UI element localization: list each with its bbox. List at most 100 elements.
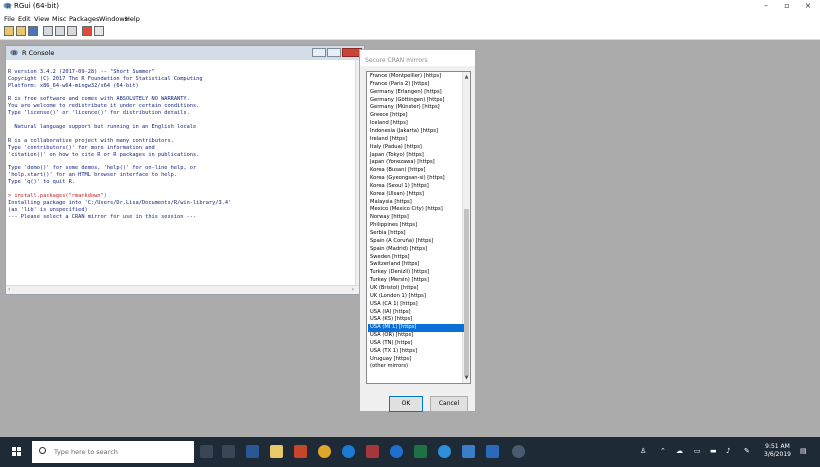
tray-chevron-icon[interactable]: ⌃: [660, 447, 666, 455]
mirror-item[interactable]: Iceland [https]: [368, 120, 464, 127]
mirror-item[interactable]: Indonesia (Jakarta) [https]: [368, 128, 464, 135]
mirror-item[interactable]: Spain (A Coruña) [https]: [368, 238, 464, 245]
load-workspace-icon[interactable]: [16, 26, 26, 36]
pen-icon[interactable]: ✎: [744, 447, 750, 455]
mirror-item[interactable]: Italy (Padua) [https]: [368, 144, 464, 151]
mirror-item[interactable]: Mexico (Mexico City) [https]: [368, 206, 464, 213]
scroll-up-icon[interactable]: ▲: [463, 74, 470, 80]
ok-button[interactable]: OK: [389, 396, 423, 412]
task-view-icon[interactable]: [222, 445, 235, 458]
mirror-item[interactable]: Turkey (Mersin) [https]: [368, 277, 464, 284]
powerpoint-icon[interactable]: [294, 445, 307, 458]
console-output[interactable]: R version 3.4.2 (2017-09-28) -- "Short S…: [8, 62, 353, 284]
copy-icon[interactable]: [43, 26, 53, 36]
word-icon[interactable]: [246, 445, 259, 458]
stop-icon[interactable]: [82, 26, 92, 36]
mirror-item[interactable]: Korea (Ulsan) [https]: [368, 191, 464, 198]
scroll-right-icon[interactable]: ›: [352, 286, 354, 294]
chrome-icon[interactable]: [318, 445, 331, 458]
menu-packages[interactable]: Packages: [69, 15, 99, 23]
copy-paste-icon[interactable]: [67, 26, 77, 36]
menu-view[interactable]: View: [34, 15, 49, 23]
menu-file[interactable]: File: [4, 15, 15, 23]
file-explorer-icon[interactable]: [270, 445, 283, 458]
mirror-item[interactable]: Serbia [https]: [368, 230, 464, 237]
console-title-bar[interactable]: R R Console: [6, 46, 364, 60]
console-maximize-button[interactable]: [327, 48, 341, 57]
mirror-item[interactable]: Japan (Tokyo) [https]: [368, 152, 464, 159]
volume-icon[interactable]: ♪: [726, 447, 730, 455]
minimize-button[interactable]: –: [759, 1, 773, 10]
cloud-icon[interactable]: ☁: [676, 447, 683, 455]
mirror-item[interactable]: Philippines [https]: [368, 222, 464, 229]
mirror-item[interactable]: Spain (Madrid) [https]: [368, 246, 464, 253]
scroll-left-icon[interactable]: ‹: [8, 286, 10, 294]
app-settings-icon[interactable]: [486, 445, 499, 458]
console-horizontal-scrollbar[interactable]: ‹ ›: [6, 285, 364, 294]
mirror-item[interactable]: Japan (Yonezawa) [https]: [368, 159, 464, 166]
mirror-item[interactable]: Greece [https]: [368, 112, 464, 119]
access-icon[interactable]: [366, 445, 379, 458]
app-blue-icon[interactable]: [462, 445, 475, 458]
windows-start-icon[interactable]: [12, 447, 22, 457]
excel-icon[interactable]: [414, 445, 427, 458]
app-circle-icon[interactable]: [438, 445, 451, 458]
mirror-item[interactable]: Ireland [https]: [368, 136, 464, 143]
dialog-title-bar[interactable]: Secure CRAN mirrors: [360, 50, 475, 66]
cancel-button[interactable]: Cancel: [430, 396, 468, 412]
console-minimize-button[interactable]: [312, 48, 326, 57]
clock-time: 9:51 AM: [765, 443, 790, 450]
mirror-item[interactable]: Uruguay [https]: [368, 356, 464, 363]
network-icon[interactable]: ▭: [694, 447, 701, 455]
microphone-icon[interactable]: [200, 445, 213, 458]
mirror-item[interactable]: USA (TX 1) [https]: [368, 348, 464, 355]
notifications-icon[interactable]: ▤: [800, 447, 807, 455]
people-icon[interactable]: ♙: [640, 447, 646, 455]
taskbar-clock[interactable]: 9:51 AM 3/6/2019: [764, 443, 791, 459]
mirror-item[interactable]: USA (CA 1) [https]: [368, 301, 464, 308]
scroll-down-icon[interactable]: ▼: [463, 375, 470, 381]
mirror-list[interactable]: ▲ ▼ France (Montpellier) [https] France (…: [366, 71, 471, 384]
taskbar-search-box[interactable]: Type here to search: [32, 441, 194, 463]
mirror-item[interactable]: UK (London 1) [https]: [368, 293, 464, 300]
mirror-item[interactable]: Turkey (Denizli) [https]: [368, 269, 464, 276]
mirror-item[interactable]: Switzerland [https]: [368, 261, 464, 268]
mirror-item[interactable]: USA (TN) [https]: [368, 340, 464, 347]
menu-misc[interactable]: Misc: [52, 15, 66, 23]
mirror-item[interactable]: France (Montpellier) [https]: [368, 73, 464, 80]
open-script-icon[interactable]: [4, 26, 14, 36]
mirror-item[interactable]: Korea (Gyeongsan-si) [https]: [368, 175, 464, 182]
mirror-item[interactable]: USA (IA) [https]: [368, 309, 464, 316]
maximize-button[interactable]: ▫: [780, 1, 794, 10]
menu-help[interactable]: Help: [125, 15, 140, 23]
rgui-taskbar-icon[interactable]: [512, 445, 525, 458]
mirror-item[interactable]: (other mirrors): [368, 363, 464, 370]
battery-icon[interactable]: ▬: [710, 447, 717, 455]
print-icon[interactable]: [94, 26, 104, 36]
clock-date: 3/6/2019: [764, 451, 791, 458]
close-button[interactable]: ×: [801, 1, 815, 10]
edge-icon[interactable]: [342, 445, 355, 458]
mirror-item[interactable]: UK (Bristol) [https]: [368, 285, 464, 292]
mirror-item[interactable]: Sweden [https]: [368, 254, 464, 261]
mirror-item[interactable]: Korea (Seoul 1) [https]: [368, 183, 464, 190]
mirror-item[interactable]: Germany (Göttingen) [https]: [368, 97, 464, 104]
mirror-item[interactable]: USA (OR) [https]: [368, 332, 464, 339]
mirror-item[interactable]: Germany (Münster) [https]: [368, 104, 464, 111]
r-console-window[interactable]: R R Console R version 3.4.2 (2017-09-28)…: [5, 45, 365, 295]
menu-windows[interactable]: Windows: [99, 15, 128, 23]
save-workspace-icon[interactable]: [28, 26, 38, 36]
internet-explorer-icon[interactable]: [390, 445, 403, 458]
mirror-item[interactable]: France (Paris 2) [https]: [368, 81, 464, 88]
mirror-item[interactable]: Norway [https]: [368, 214, 464, 221]
scrollbar-thumb[interactable]: [464, 209, 469, 376]
mirror-item[interactable]: USA (KS) [https]: [368, 316, 464, 323]
cran-mirror-dialog[interactable]: Secure CRAN mirrors ▲ ▼ France (Montpell…: [359, 49, 476, 412]
mirror-item-selected[interactable]: USA (MI 1) [https]: [368, 324, 464, 332]
mirror-item[interactable]: Germany (Erlangen) [https]: [368, 89, 464, 96]
mirror-item[interactable]: Malaysia [https]: [368, 199, 464, 206]
mirror-item[interactable]: Korea (Busan) [https]: [368, 167, 464, 174]
paste-icon[interactable]: [55, 26, 65, 36]
menu-edit[interactable]: Edit: [18, 15, 31, 23]
console-line: R is free software and comes with ABSOLU…: [8, 96, 190, 103]
